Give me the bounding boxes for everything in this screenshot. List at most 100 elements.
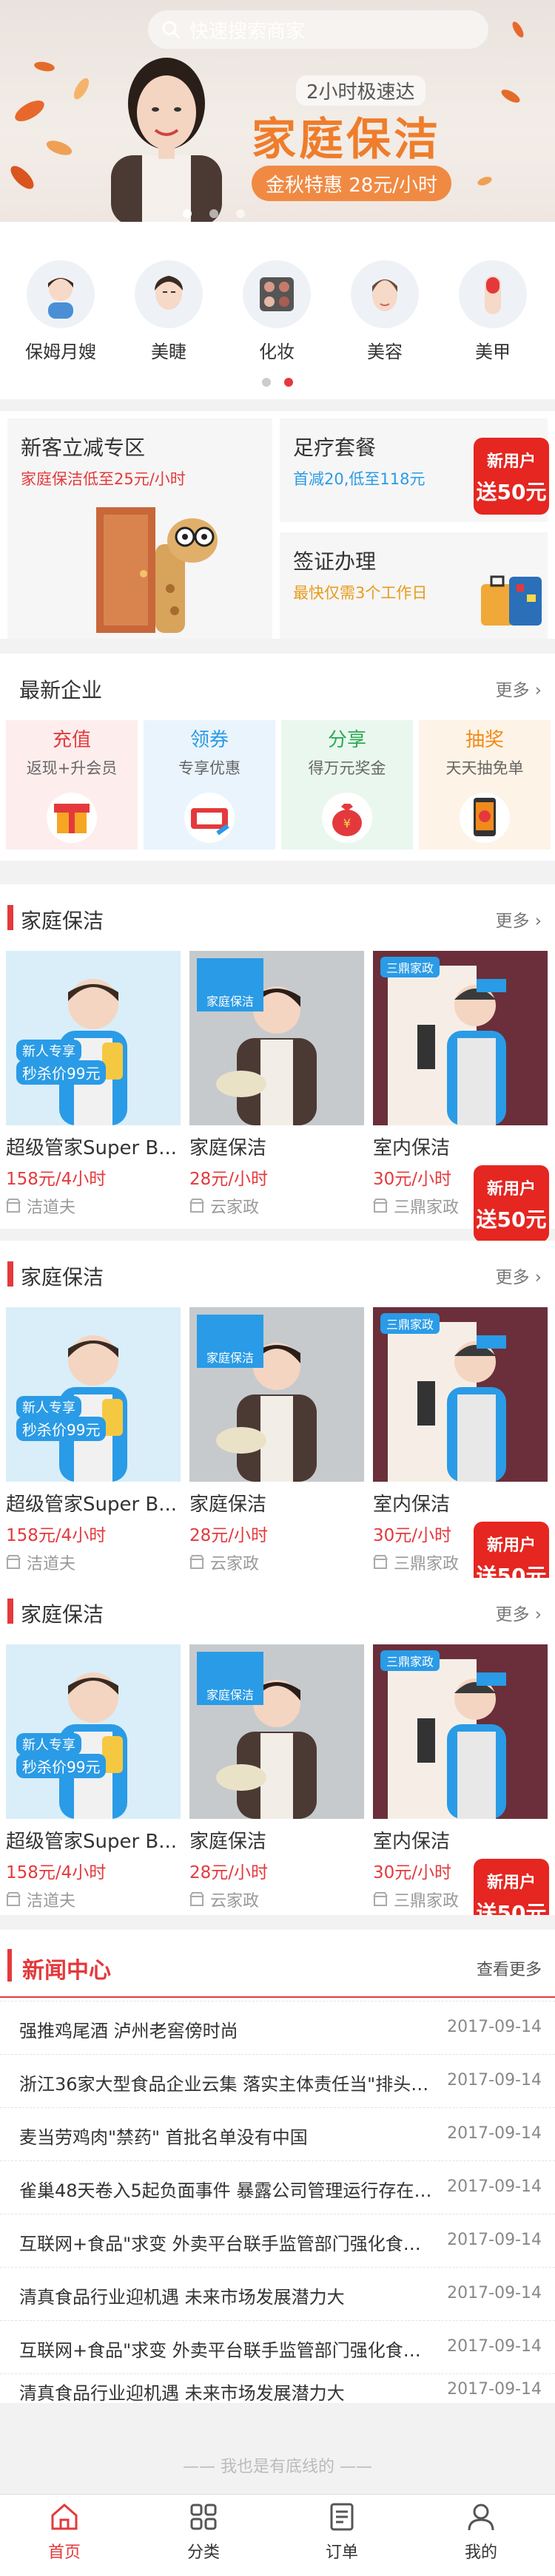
- search-placeholder: 快速搜索商家: [189, 20, 306, 43]
- promo-new-customer[interactable]: 新客立减专区 家庭保洁低至25元/小时: [7, 418, 272, 639]
- carousel-dot[interactable]: [209, 209, 218, 218]
- page-dot-active[interactable]: [284, 378, 293, 387]
- product-photo-cleaner: [6, 951, 181, 1125]
- news-row[interactable]: 麦当劳鸡肉"禁药" 首批名单没有中国 2017-09-14: [0, 2107, 555, 2161]
- eyelash-icon: [155, 276, 183, 310]
- product-shop: 洁道夫: [6, 1888, 181, 1911]
- product-row-2: 新人专享 秒杀价99元 超级管家Super B... 158元/4小时 洁道夫 …: [0, 1307, 555, 1587]
- search-bar[interactable]: 快速搜索商家: [148, 10, 488, 49]
- shop-icon: [373, 1892, 388, 1906]
- news-row[interactable]: 清真食品行业迎机遇 未来市场发展潜力大 2017-09-14: [0, 2373, 555, 2404]
- shop-icon: [6, 1892, 21, 1906]
- category-item-eyelash[interactable]: 美睫: [124, 260, 213, 363]
- nav-home[interactable]: 首页: [20, 2501, 109, 2563]
- banner-lead: 2小时极速达: [296, 75, 426, 106]
- nav-category[interactable]: 分类: [159, 2501, 248, 2563]
- new-user-badge[interactable]: 新用户 送50元: [474, 438, 549, 515]
- nav-orders[interactable]: 订单: [297, 2501, 386, 2563]
- section-header-cleaning-1: 家庭保洁 更多 ›: [0, 884, 555, 951]
- product-card[interactable]: 新人专享 秒杀价99元 超级管家Super B... 158元/4小时 洁道夫: [6, 951, 181, 1218]
- product-row-3: 新人专享 秒杀价99元 超级管家Super B... 158元/4小时 洁道夫 …: [0, 1644, 555, 1915]
- category-item-beauty[interactable]: 美容: [340, 260, 429, 363]
- product-shop: 云家政: [189, 1194, 364, 1218]
- section-accent-bar: [7, 1261, 13, 1287]
- section-title: 家庭保洁: [21, 1602, 104, 1627]
- product-photo-cleaner: [6, 1307, 181, 1482]
- enterprise-grid: 充值 返现+升会员 领券 专享优惠 分享 得万元奖金 ¥ 抽奖 天天抽免单: [0, 720, 555, 861]
- product-shop: 云家政: [189, 1888, 364, 1911]
- carousel-dot[interactable]: [236, 209, 245, 218]
- news-divider: [0, 1996, 555, 1998]
- enterprise-share[interactable]: 分享 得万元奖金 ¥: [281, 720, 413, 850]
- shop-icon: [189, 1555, 204, 1569]
- beauty-face-icon: [372, 279, 397, 311]
- svg-text:¥: ¥: [343, 816, 351, 830]
- nail-icon: [485, 276, 501, 314]
- product-price: 28元/小时: [189, 1863, 269, 1882]
- shop-icon: [6, 1555, 21, 1569]
- section-accent-bar: [7, 905, 13, 930]
- promo-visa[interactable]: 签证办理 最快仅需3个工作日: [280, 532, 548, 639]
- nav-profile[interactable]: 我的: [437, 2501, 525, 2563]
- category-item-nail[interactable]: 美甲: [448, 260, 537, 363]
- more-link[interactable]: 更多 ›: [495, 1600, 542, 1625]
- news-row[interactable]: 浙江36家大型食品企业云集 落实主体责任当"排头兵" 2017-09-14: [0, 2054, 555, 2108]
- new-user-badge[interactable]: 新用户 送50元: [474, 1859, 549, 1915]
- product-shop: 洁道夫: [6, 1550, 181, 1574]
- news-row[interactable]: 清真食品行业迎机遇 未来市场发展潜力大 2017-09-14: [0, 2267, 555, 2321]
- shop-icon: [373, 1555, 388, 1569]
- news-row[interactable]: 强推鸡尾酒 泸州老窖傍时尚 2017-09-14: [0, 2001, 555, 2055]
- section-title: 家庭保洁: [21, 1265, 104, 1289]
- more-link[interactable]: 更多 ›: [495, 676, 542, 701]
- product-card[interactable]: 家庭保洁 家庭保洁 28元/小时 云家政: [189, 1644, 364, 1911]
- makeup-palette-icon: [260, 277, 294, 311]
- product-name: 超级管家Super B...: [6, 1494, 178, 1516]
- order-list-icon: [330, 2503, 354, 2531]
- product-price: 158元/4小时: [6, 1170, 107, 1189]
- news-row[interactable]: 互联网+食品"求变 外卖平台联手监管部门强化食品安全 2017-09-14: [0, 2320, 555, 2374]
- coupon-icon: [184, 793, 235, 843]
- product-price: 28元/小时: [189, 1170, 269, 1189]
- news-row[interactable]: 互联网+食品"求变 外卖平台联手监管部门强化食品安全 2017-09-14: [0, 2214, 555, 2268]
- enterprise-recharge[interactable]: 充值 返现+升会员: [6, 720, 138, 850]
- product-card[interactable]: 家庭保洁 家庭保洁 28元/小时 云家政: [189, 951, 364, 1218]
- product-card[interactable]: 家庭保洁 家庭保洁 28元/小时 云家政: [189, 1307, 364, 1574]
- search-icon: [162, 21, 181, 39]
- news-more-link[interactable]: 查看更多: [477, 1956, 542, 1980]
- user-icon: [468, 2504, 494, 2531]
- category-grid: 保姆月嫂 美睫 化妆 美容 美甲: [0, 222, 555, 399]
- bottom-nav: 首页 分类 订单 我的: [0, 2494, 555, 2576]
- more-link[interactable]: 更多 ›: [495, 1263, 542, 1288]
- promo-foot-massage[interactable]: 足疗套餐 首减20,低至118元 新用户 送50元: [280, 418, 549, 522]
- promo-grid: 新客立减专区 家庭保洁低至25元/小时 足疗套餐 首减20,低至118元 新用户…: [0, 411, 555, 639]
- page-dot[interactable]: [262, 378, 271, 387]
- product-photo-cleaner: [6, 1644, 181, 1819]
- home-icon: [51, 2504, 78, 2530]
- product-card[interactable]: 新人专享 秒杀价99元 超级管家Super B... 158元/4小时 洁道夫: [6, 1644, 181, 1911]
- product-card[interactable]: 新人专享 秒杀价99元 超级管家Super B... 158元/4小时 洁道夫: [6, 1307, 181, 1574]
- new-user-badge[interactable]: 新用户 送50元: [474, 1522, 549, 1587]
- news-row[interactable]: 雀巢48天卷入5起负面事件 暴露公司管理运行存在问题 2017-09-14: [0, 2160, 555, 2214]
- enterprise-coupon[interactable]: 领券 专享优惠: [144, 720, 275, 850]
- news-title: 新闻中心: [22, 1958, 111, 1984]
- product-price: 28元/小时: [189, 1526, 269, 1545]
- grid-icon: [190, 2504, 217, 2530]
- new-user-badge[interactable]: 新用户 送50元: [474, 1165, 549, 1242]
- category-item-nanny[interactable]: 保姆月嫂: [16, 260, 105, 363]
- category-item-makeup[interactable]: 化妆: [232, 260, 321, 363]
- carousel-dot[interactable]: [183, 209, 192, 218]
- enterprise-lottery[interactable]: 抽奖 天天抽免单: [419, 720, 551, 850]
- bottom-line-text: —— 我也是有底线的 ——: [183, 2458, 372, 2476]
- promo-sub: 家庭保洁低至25元/小时: [21, 470, 186, 488]
- suitcase-illustration: [481, 575, 542, 626]
- shop-icon: [189, 1892, 204, 1906]
- shop-icon: [6, 1199, 21, 1213]
- section-accent-bar: [7, 1599, 13, 1624]
- promo-title: 新客立减专区: [21, 435, 146, 460]
- product-name: 室内保洁: [373, 1494, 451, 1516]
- product-shop: 云家政: [189, 1550, 364, 1574]
- more-link[interactable]: 更多 ›: [495, 906, 542, 932]
- banner-price-pill: 金秋特惠 28元/小时: [252, 166, 451, 201]
- news-accent-bar: [7, 1949, 12, 1982]
- section-header-cleaning-2: 家庭保洁 更多 ›: [0, 1241, 555, 1307]
